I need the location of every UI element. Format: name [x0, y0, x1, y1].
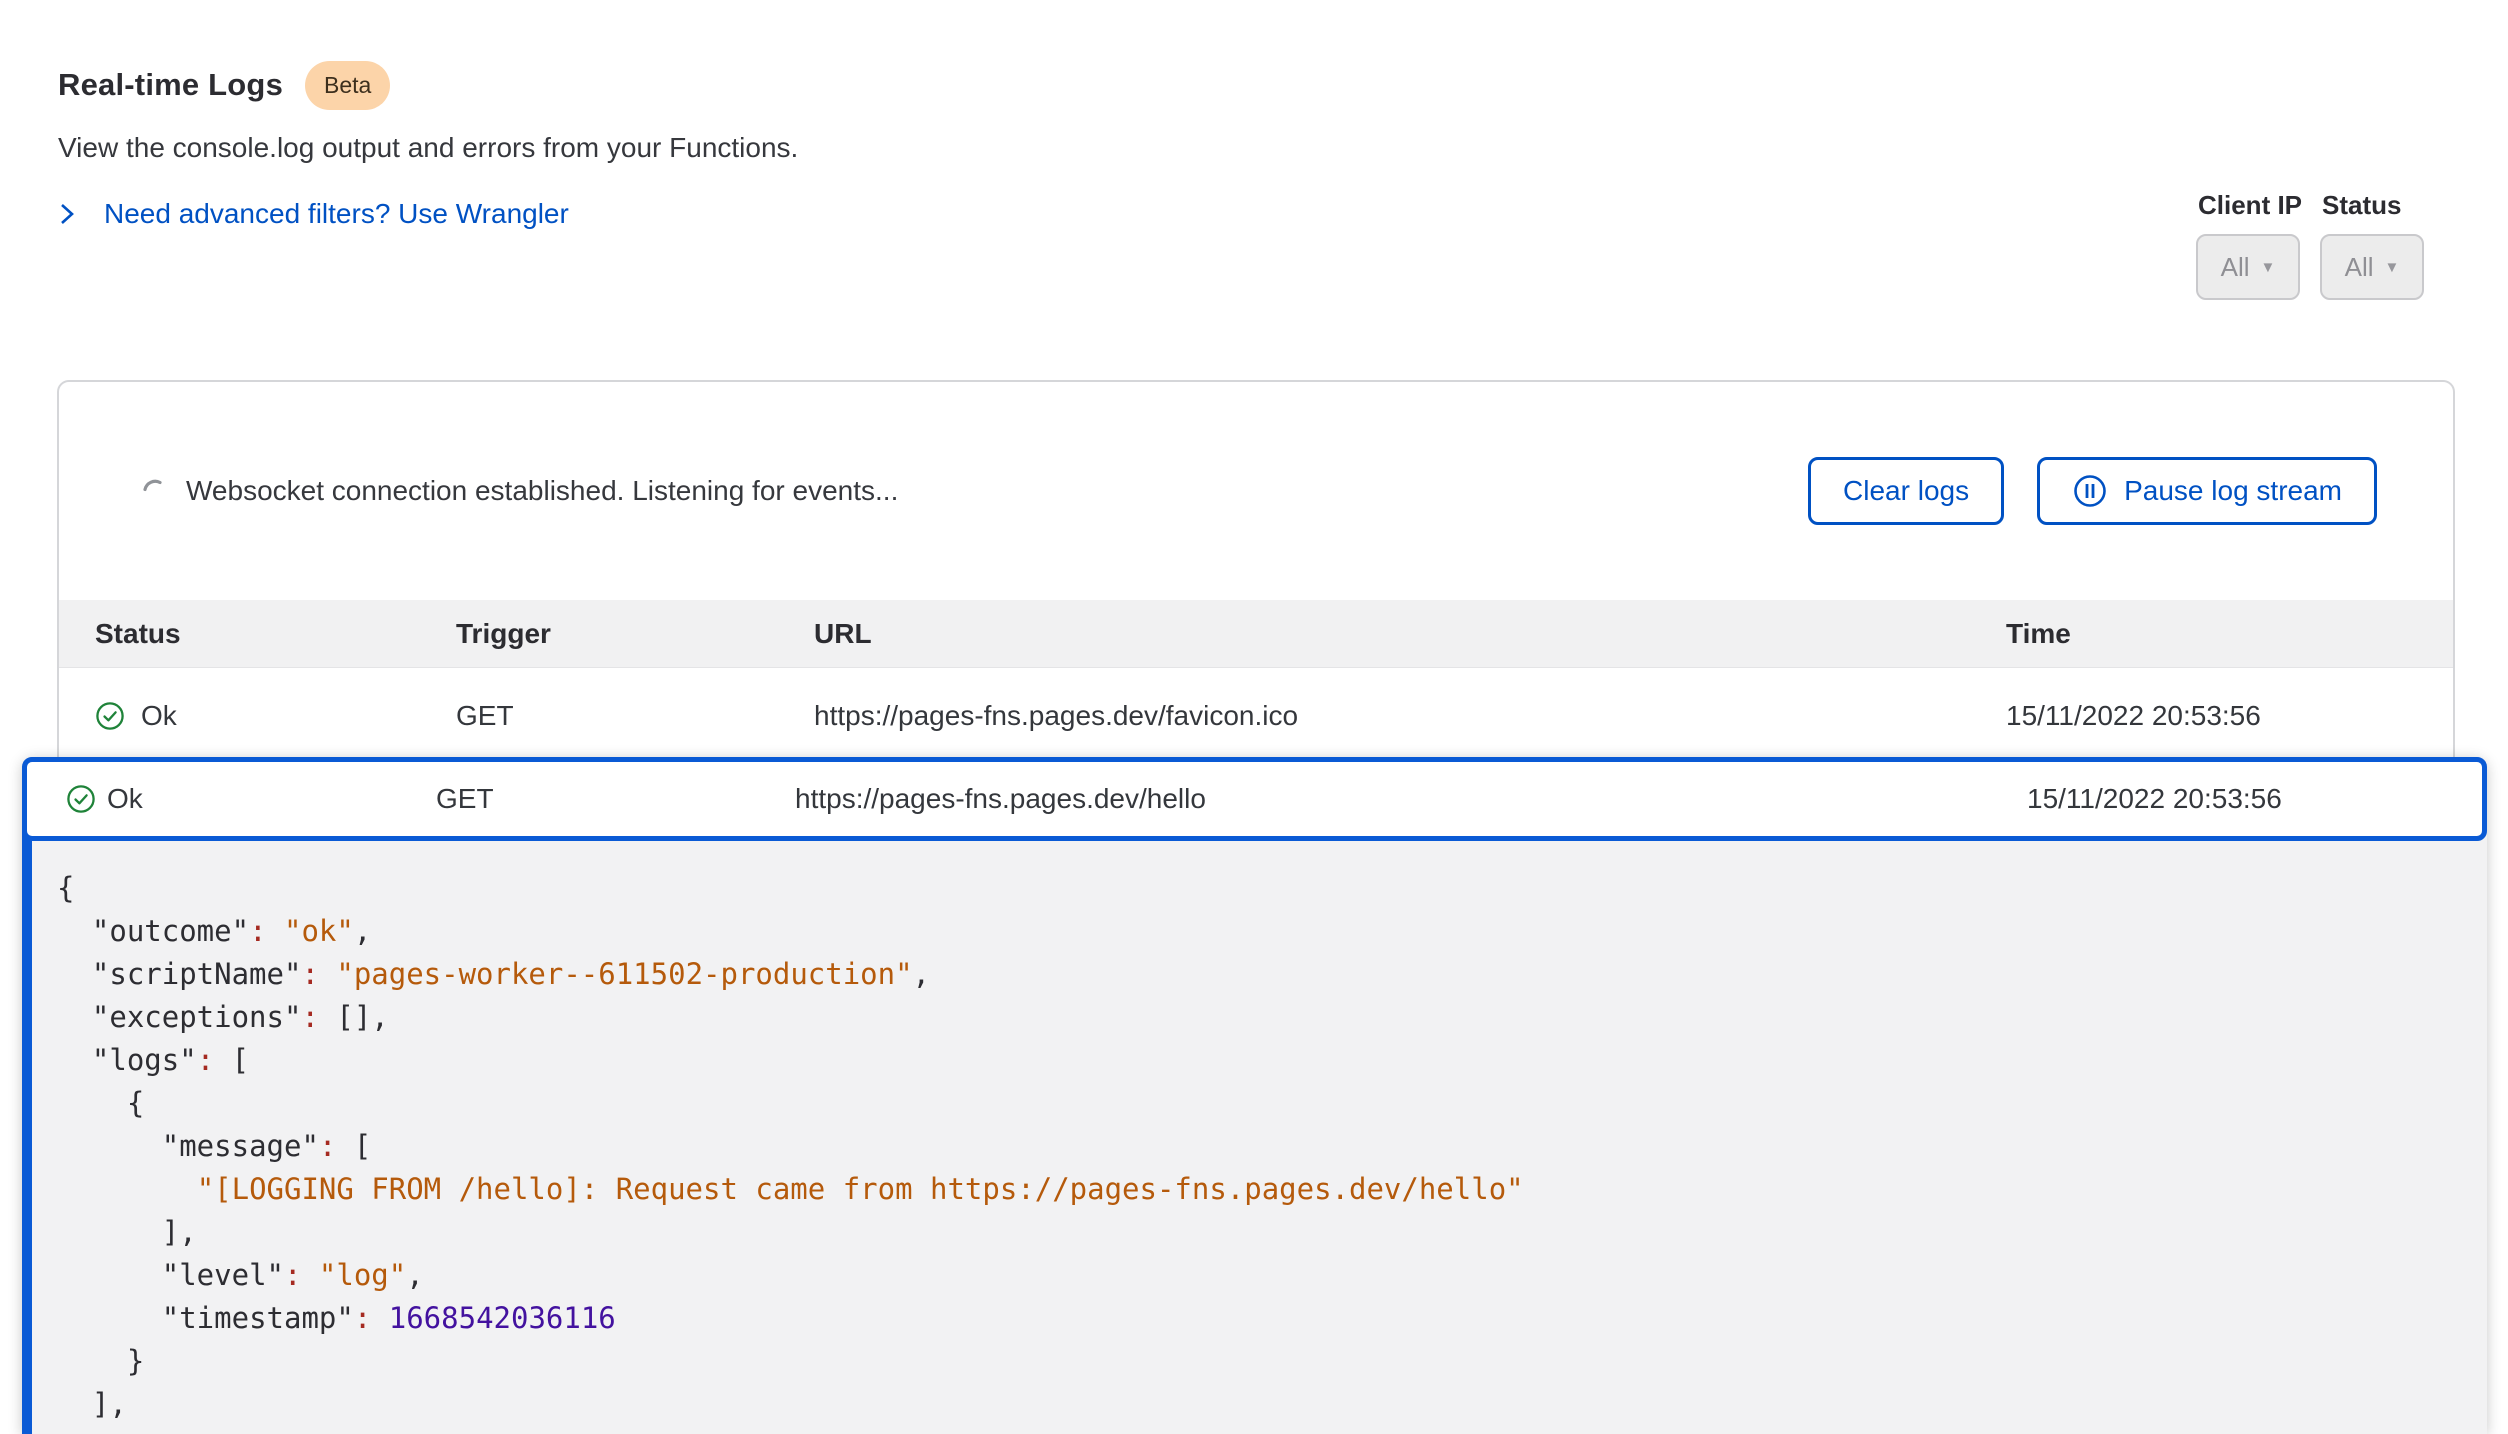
logs-card-header: Websocket connection established. Listen…: [59, 382, 2453, 600]
row-status: Ok: [141, 700, 177, 732]
beta-badge: Beta: [305, 61, 390, 110]
status-filter-group: Status All ▼: [2320, 190, 2424, 300]
status-filter-dropdown[interactable]: All ▼: [2320, 234, 2424, 300]
row-trigger: GET: [436, 783, 494, 815]
row-trigger: GET: [456, 700, 514, 732]
client-ip-filter-dropdown[interactable]: All ▼: [2196, 234, 2300, 300]
pause-circle-icon: [2072, 473, 2108, 509]
row-status: Ok: [107, 783, 143, 815]
status-filter-label: Status: [2322, 190, 2424, 221]
row-url: https://pages-fns.pages.dev/favicon.ico: [814, 700, 1298, 732]
client-ip-filter-group: Client IP All ▼: [2196, 190, 2302, 300]
page-header: Real-time Logs Beta View the console.log…: [58, 60, 798, 234]
status-ok-icon: [95, 701, 125, 731]
page-subtitle: View the console.log output and errors f…: [58, 128, 798, 168]
page-title: Real-time Logs: [58, 61, 283, 109]
clear-logs-label: Clear logs: [1843, 475, 1969, 507]
websocket-status-message: Websocket connection established. Listen…: [186, 475, 898, 507]
filter-bar: Client IP All ▼ Status All ▼: [2196, 190, 2424, 300]
client-ip-filter-value: All: [2221, 252, 2250, 283]
clear-logs-button[interactable]: Clear logs: [1808, 457, 2004, 525]
row-time: 15/11/2022 20:53:56: [2027, 783, 2282, 815]
caret-down-icon: ▼: [2261, 259, 2276, 276]
status-ok-icon: [66, 784, 96, 814]
column-header-url: URL: [814, 618, 872, 650]
pause-log-stream-label: Pause log stream: [2124, 475, 2342, 507]
log-table-row[interactable]: Ok GET https://pages-fns.pages.dev/favic…: [59, 668, 2453, 763]
chevron-right-icon: [58, 200, 76, 228]
selected-log-row[interactable]: Ok GET https://pages-fns.pages.dev/hello…: [22, 757, 2487, 841]
client-ip-filter-label: Client IP: [2198, 190, 2302, 221]
pause-log-stream-button[interactable]: Pause log stream: [2037, 457, 2377, 525]
spinner-icon: [140, 478, 166, 504]
log-json-panel: { "outcome": "ok", "scriptName": "pages-…: [32, 841, 2487, 1434]
row-url: https://pages-fns.pages.dev/hello: [795, 783, 1206, 815]
column-header-trigger: Trigger: [456, 618, 551, 650]
expanded-log-entry: Ok GET https://pages-fns.pages.dev/hello…: [22, 757, 2487, 1434]
log-table-header: Status Trigger URL Time: [59, 600, 2453, 668]
row-time: 15/11/2022 20:53:56: [2006, 700, 2261, 732]
wrangler-link-label: Need advanced filters? Use Wrangler: [104, 194, 569, 234]
logs-card: Websocket connection established. Listen…: [57, 380, 2455, 780]
wrangler-link[interactable]: Need advanced filters? Use Wrangler: [58, 194, 798, 234]
caret-down-icon: ▼: [2385, 259, 2400, 276]
log-json: { "outcome": "ok", "scriptName": "pages-…: [32, 841, 2487, 1426]
column-header-time: Time: [2006, 618, 2071, 650]
column-header-status: Status: [95, 618, 181, 650]
status-filter-value: All: [2345, 252, 2374, 283]
